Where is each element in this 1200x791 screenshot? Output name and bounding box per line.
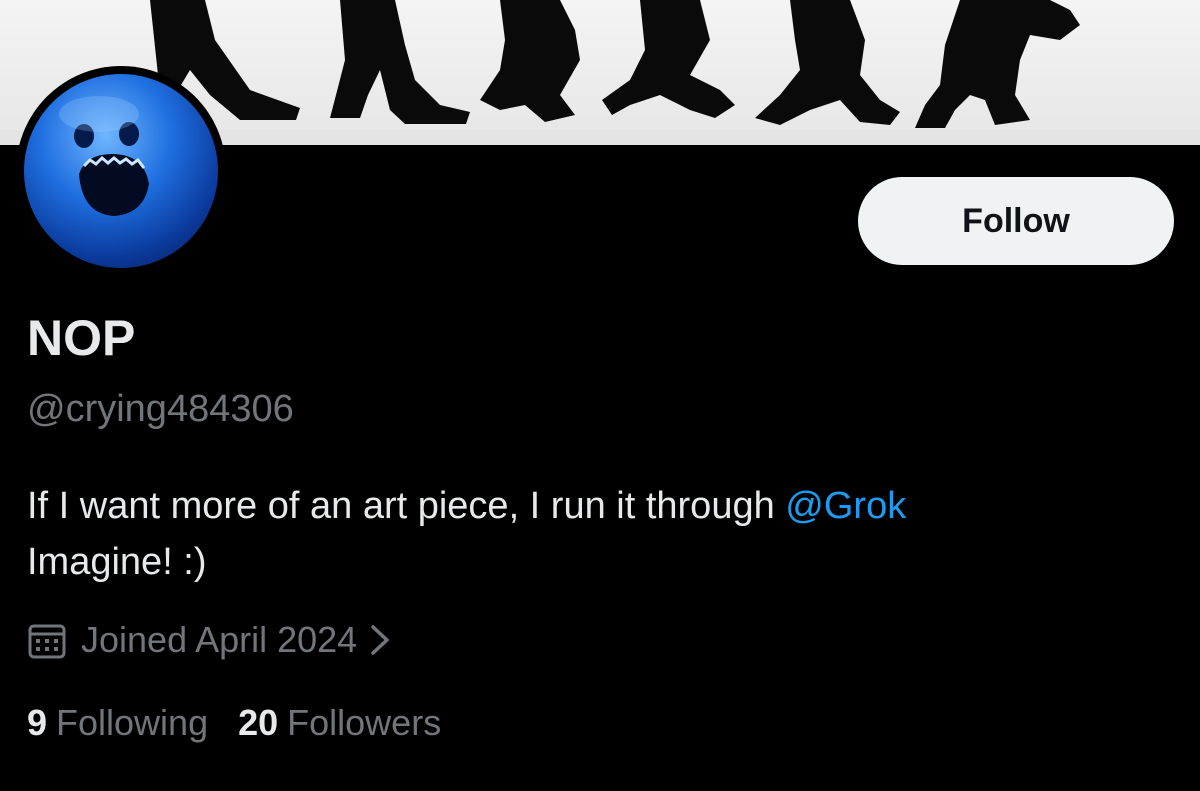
chevron-right-icon — [369, 623, 391, 657]
followers-count: 20 — [238, 702, 279, 743]
user-handle: @crying484306 — [27, 388, 294, 430]
followers-label: Followers — [287, 702, 442, 743]
bio-mention-link[interactable]: @Grok — [785, 485, 906, 527]
calendar-icon — [27, 620, 67, 660]
screaming-face-image — [59, 96, 149, 216]
following-label: Following — [56, 702, 209, 743]
bio-text-end: Imagine! :) — [27, 541, 207, 583]
follow-stats: 9 Following 20 Followers — [27, 697, 441, 749]
joined-date-row[interactable]: Joined April 2024 — [27, 614, 391, 666]
display-name: NOP — [27, 310, 136, 366]
followers-stat[interactable]: 20 Followers — [238, 697, 441, 749]
avatar[interactable] — [24, 74, 218, 268]
following-count: 9 — [27, 702, 48, 743]
following-stat[interactable]: 9 Following — [27, 697, 208, 749]
bio-text: If I want more of an art piece, I run it… — [27, 485, 786, 527]
follow-button[interactable]: Follow — [858, 177, 1174, 265]
avatar-ring — [16, 66, 226, 276]
joined-date: Joined April 2024 — [81, 619, 358, 660]
bio: If I want more of an art piece, I run it… — [27, 478, 1167, 590]
